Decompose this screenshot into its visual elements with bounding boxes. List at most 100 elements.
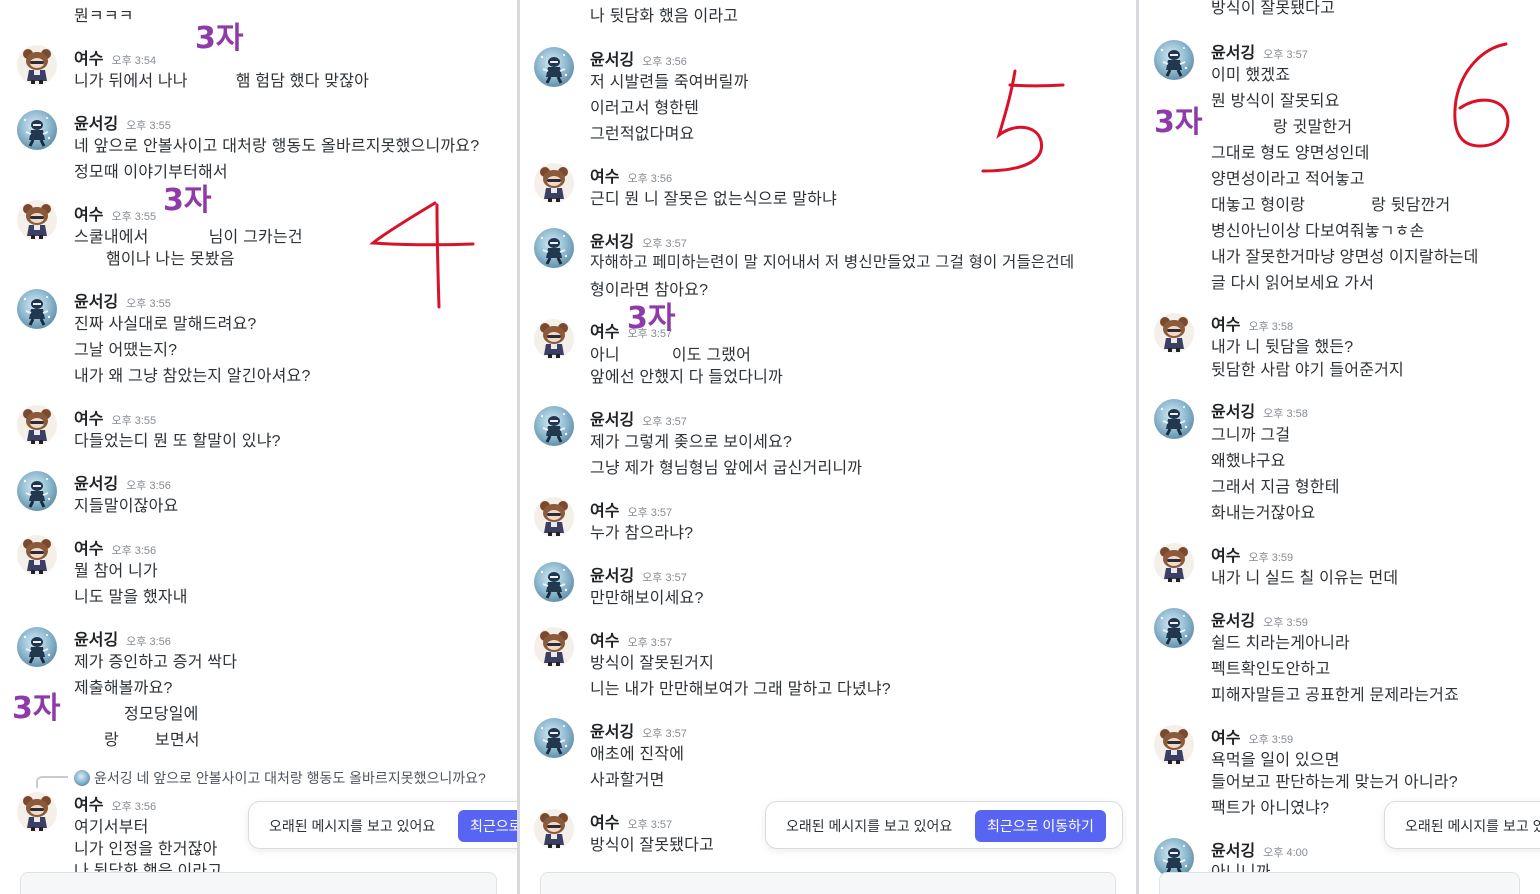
annotation-label: 3자 [627,301,676,336]
reply-reference[interactable]: 윤서깅 네 앞으로 안볼사이고 대처랑 행동도 올바르지못했으니까요? [74,768,486,788]
username[interactable]: 여수 [590,169,619,186]
message-text: 펙트확인도안하고 [1211,661,1331,678]
message-text: 니가 뒤에서 나나 햄 험담 했다 맞잖아 [74,71,370,90]
message-text: 진짜 사실대로 말해드려요? [74,316,257,333]
message-text: 팩트가 아니였냐? [1211,800,1330,817]
timestamp: 오후 3:57 [642,238,687,250]
message-text: 방식이 잘못됐다고 [590,837,715,854]
username[interactable]: 윤서깅 [74,476,118,493]
timestamp: 오후 3:57 [627,507,673,519]
username[interactable]: 윤서깅 [74,116,118,133]
message-text: 니가 인정을 한거잖아 [74,841,218,858]
bear-girl-avatar-icon[interactable] [534,497,574,537]
message-text: 그런적없다며요 [590,126,695,143]
blue-sparkle-avatar-icon[interactable] [1154,608,1194,648]
username[interactable]: 윤서깅 [590,234,634,251]
username[interactable]: 여수 [590,633,619,650]
username[interactable]: 윤서깅 [74,632,118,649]
username[interactable]: 여수 [74,541,103,558]
timestamp: 오후 3:56 [111,801,157,813]
blue-sparkle-avatar-icon[interactable] [534,47,574,87]
old-messages-banner: 오래된 메시지를 보고 있어요 [1384,801,1540,849]
timestamp: 오후 3:58 [1248,321,1294,333]
message-text: 제출해볼까요? [74,680,173,697]
message-text: 햄이나 나는 못봤음 [74,245,235,269]
username[interactable]: 윤서깅 [1211,404,1255,421]
timestamp: 오후 3:56 [126,636,171,648]
bear-girl-avatar-icon[interactable] [17,45,57,85]
username[interactable]: 윤서깅 [590,568,634,585]
bear-girl-avatar-icon[interactable] [17,535,57,575]
blue-sparkle-avatar-icon[interactable] [534,406,574,446]
username[interactable]: 여수 [74,51,103,68]
bear-girl-avatar-icon[interactable] [1154,313,1194,353]
bear-girl-avatar-icon[interactable] [534,627,574,667]
timestamp: 오후 3:55 [111,415,157,427]
timestamp: 오후 3:57 [627,819,673,831]
message-text: 대놓고 형이랑 랑 뒷담깐거 [1211,195,1451,214]
old-messages-banner: 오래된 메시지를 보고 있어요 최근으로 이동하기 [248,801,517,849]
timestamp: 오후 3:55 [126,298,171,310]
bear-girl-avatar-icon[interactable] [17,792,57,832]
bear-girl-avatar-icon[interactable] [1154,543,1194,583]
blue-sparkle-avatar-icon[interactable] [534,562,574,602]
username[interactable]: 윤서깅 [590,52,634,69]
message-text: 애초에 진작에 [590,746,685,763]
message-text: 화내는거잖아요 [1211,505,1316,522]
message-text: 근디 뭔 니 잘못은 없는식으로 말하냐 [590,191,838,208]
annotation-label: 3자 [1154,105,1203,140]
timestamp: 오후 3:55 [111,211,157,223]
username[interactable]: 여수 [1211,317,1240,334]
message-text: 그냥 제가 형님형님 앞에서 굽신거리니까 [590,460,863,477]
username[interactable]: 윤서깅 [590,412,634,429]
blue-sparkle-avatar-icon[interactable] [17,627,57,667]
message-text: 방식이 잘못된거지 [590,655,715,672]
message-text: 니도 말을 했자내 [74,589,188,606]
username[interactable]: 여수 [74,797,103,814]
username[interactable]: 여수 [1211,730,1240,747]
timestamp: 오후 3:57 [627,637,673,649]
timestamp: 오후 3:59 [1248,552,1294,564]
message-text: 니는 내가 만만해보여가 그래 말하고 다녔냐? [590,681,891,698]
message-input[interactable] [1159,872,1520,894]
username[interactable]: 여수 [590,815,619,832]
message-text: 뭔ㅋㅋㅋ [74,8,134,25]
username[interactable]: 윤서깅 [590,724,634,741]
blue-sparkle-avatar-icon[interactable] [534,228,574,268]
timestamp: 오후 3:57 [642,416,687,428]
message-text: 내가 잘못한거마냥 양면성 이지랄하는데 [1211,249,1479,266]
message-input[interactable] [20,872,497,894]
blue-sparkle-avatar-icon[interactable] [1154,40,1194,80]
annotation-label: 3자 [195,21,244,56]
blue-sparkle-avatar-icon[interactable] [1154,399,1194,439]
message-text: 그래서 지금 형한테 [1211,479,1340,496]
blue-sparkle-avatar-icon[interactable] [534,718,574,758]
username[interactable]: 여수 [74,411,103,428]
blue-sparkle-avatar-icon[interactable] [17,110,57,150]
jump-to-recent-button[interactable]: 최근으로 이동하기 [458,810,517,842]
username[interactable]: 여수 [590,503,619,520]
username[interactable]: 여수 [590,324,619,341]
message-text: 만만해보이세요? [590,590,704,607]
bear-girl-avatar-icon[interactable] [17,200,57,240]
username[interactable]: 윤서깅 [1211,613,1255,630]
bear-girl-avatar-icon[interactable] [534,163,574,203]
username[interactable]: 윤서깅 [1211,45,1255,62]
username[interactable]: 여수 [74,207,103,224]
bear-girl-avatar-icon[interactable] [17,405,57,445]
message-text: 피해자말듣고 공표한게 문제라는거죠 [1211,687,1460,704]
message-text: 그니까 그걸 [1211,427,1291,444]
bear-girl-avatar-icon[interactable] [534,809,574,849]
blue-sparkle-avatar-icon[interactable] [17,471,57,511]
bear-girl-avatar-icon[interactable] [1154,725,1194,765]
jump-to-recent-button[interactable]: 최근으로 이동하기 [975,810,1106,842]
message-text: 형이라면 참아요? [590,282,709,299]
message-text: 앞에선 안했지 다 들었다니까 [590,369,783,386]
message-input[interactable] [540,872,1116,894]
chat-panel-2: 나 뒷담화 했음 이라고 윤서깅 오후 3:56 저 시발련들 죽여버릴까 이러고… [520,0,1136,894]
blue-sparkle-avatar-icon[interactable] [17,289,57,329]
handwritten-5-annotation [981,69,1065,173]
username[interactable]: 여수 [1211,548,1240,565]
bear-girl-avatar-icon[interactable] [534,319,574,359]
username[interactable]: 윤서깅 [74,294,118,311]
